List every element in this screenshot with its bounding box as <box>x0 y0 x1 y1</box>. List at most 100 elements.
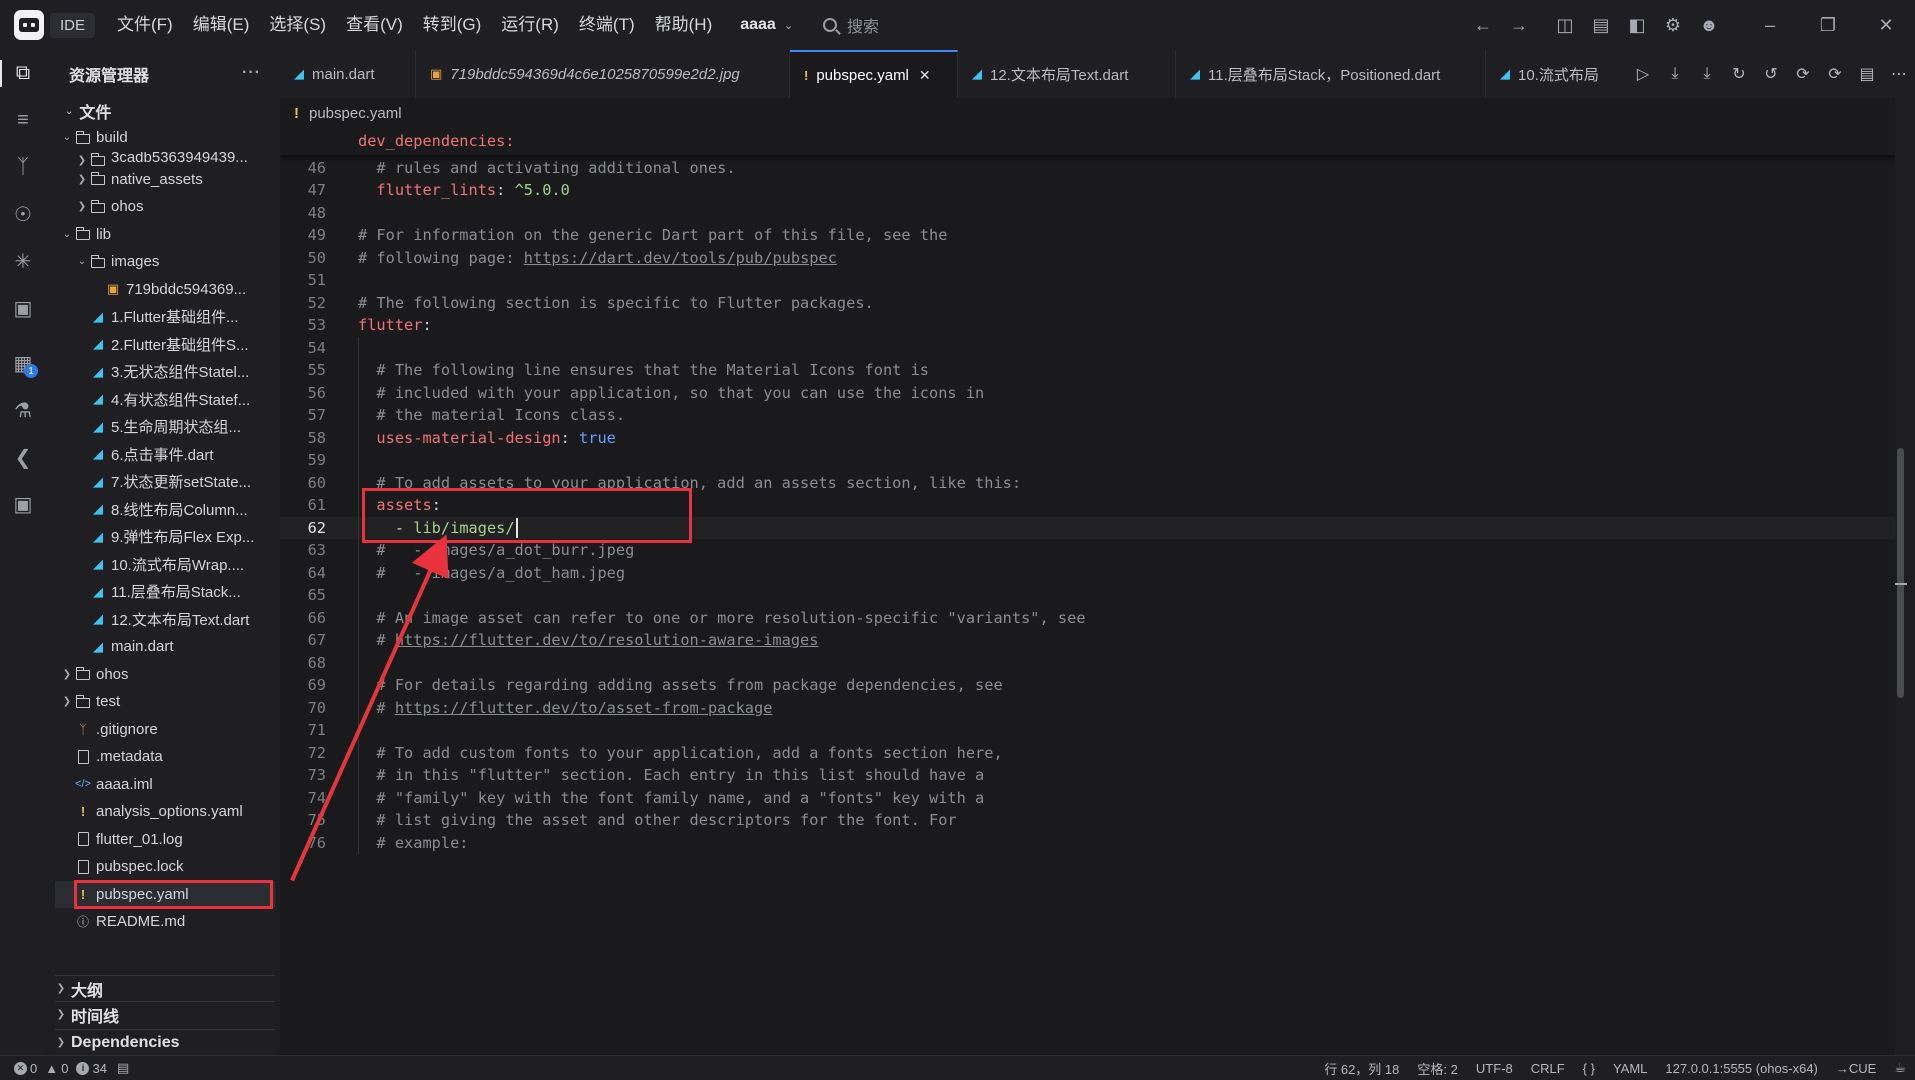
restart-icon[interactable]: ⟳ <box>1819 50 1851 98</box>
code-line[interactable]: 66 # An image asset can refer to one or … <box>280 607 1895 630</box>
tree-file[interactable]: ◢ 3.无状态组件Statel... <box>55 358 275 386</box>
run-icon[interactable]: ▷ <box>1627 50 1659 98</box>
code-line[interactable]: 50 # following page: https://dart.dev/too… <box>280 247 1895 270</box>
code-line[interactable]: 74 # "family" key with the font family n… <box>280 787 1895 810</box>
cue-indicator[interactable]: →CUE <box>1827 1061 1885 1076</box>
problems-indicator[interactable]: ✕ 0 ▲ 0 i 34 ▤ <box>0 1060 129 1076</box>
menu-terminal[interactable]: 终端(T) <box>569 0 645 50</box>
breadcrumb-file[interactable]: pubspec.yaml <box>309 105 402 122</box>
restore-button[interactable]: ❐ <box>1799 0 1857 50</box>
braces-icon[interactable]: { } <box>1574 1061 1604 1076</box>
sticky-scroll-line[interactable]: dev_dependencies: <box>280 128 1895 155</box>
tree-file[interactable]: ◢ 5.生命周期状态组... <box>55 413 275 441</box>
code-line[interactable]: 54 <box>280 337 1895 360</box>
sync-alt-icon[interactable]: ↺ <box>1755 50 1787 98</box>
scrollbar-thumb[interactable] <box>1897 448 1904 698</box>
tree-folder[interactable]: ❯ 3cadb5363949439... <box>55 152 275 166</box>
tree-file[interactable]: pubspec.lock <box>55 853 275 881</box>
tab-wrap-layout[interactable]: ◢ 10.流式布局 <box>1486 50 1626 98</box>
indentation[interactable]: 空格: 2 <box>1408 1059 1466 1078</box>
tree-file[interactable]: ◢ 7.状态更新setState... <box>55 468 275 496</box>
tree-folder[interactable]: ❯ ohos <box>55 661 275 689</box>
flutter-icon[interactable]: ❮ <box>0 434 46 481</box>
bell-icon[interactable]: ☕ <box>1885 1060 1915 1076</box>
code-line[interactable]: 75 # list giving the asset and other des… <box>280 809 1895 832</box>
tree-file[interactable]: .metadata <box>55 743 275 771</box>
tree-file[interactable]: ◢ 2.Flutter基础组件S... <box>55 331 275 359</box>
code-line[interactable]: 64 # - images/a_dot_ham.jpeg <box>280 562 1895 585</box>
menu-go[interactable]: 转到(G) <box>413 0 492 50</box>
tree-file[interactable]: ⓘ README.md <box>55 908 275 936</box>
flask-icon[interactable]: ⚗ <box>0 387 46 434</box>
tab-main-dart[interactable]: ◢ main.dart <box>280 50 416 98</box>
section-outline[interactable]: ❯ 大纲 <box>55 975 275 1001</box>
code-editor[interactable]: dev_dependencies: 45 # package. See that… <box>280 128 1895 1055</box>
toggle-panel-icon[interactable]: ▤ <box>1583 0 1619 50</box>
tab-text-layout[interactable]: ◢ 12.文本布局Text.dart <box>958 50 1176 98</box>
extensions-icon[interactable]: ▦ 1 <box>0 340 46 387</box>
menu-file[interactable]: 文件(F) <box>107 0 183 50</box>
section-files-header[interactable]: ⌄ 文件 <box>55 98 275 124</box>
section-timeline[interactable]: ❯ 时间线 <box>55 1001 275 1027</box>
ports-icon[interactable]: ▤ <box>117 1060 129 1076</box>
tree-folder[interactable]: ❯ test <box>55 688 275 716</box>
tree-folder[interactable]: ⌄ lib <box>55 221 275 249</box>
code-line[interactable]: 58 uses-material-design: true <box>280 427 1895 450</box>
split-editor-icon[interactable]: ▤ <box>1851 50 1883 98</box>
sync-icon[interactable]: ↻ <box>1723 50 1755 98</box>
close-window-button[interactable]: ✕ <box>1857 0 1915 50</box>
tree-folder[interactable]: ⌄ build <box>55 124 275 152</box>
tree-file[interactable]: ◢ 4.有状态组件Statef... <box>55 386 275 414</box>
tree-file[interactable]: ◢ 1.Flutter基础组件... <box>55 303 275 331</box>
device-selector[interactable]: 127.0.0.1:5555 (ohos-x64) <box>1656 1061 1827 1076</box>
tree-file[interactable]: ◢ 9.弹性布局Flex Exp... <box>55 523 275 551</box>
more-actions-icon[interactable]: ··· <box>242 64 261 82</box>
code-line[interactable]: 51 <box>280 269 1895 292</box>
tree-file[interactable]: flutter_01.log <box>55 826 275 854</box>
tree-file[interactable]: ▣ 719bddc594369... <box>55 276 275 304</box>
gear-icon[interactable]: ⚙ <box>1655 0 1691 50</box>
tree-file[interactable]: ◢ main.dart <box>55 633 275 661</box>
debug-icon[interactable]: ✳ <box>0 238 46 285</box>
forward-arrow-icon[interactable]: → <box>1501 0 1537 50</box>
search-icon[interactable]: ≡ <box>0 97 46 144</box>
more-actions-icon[interactable]: ⋯ <box>1883 50 1915 98</box>
menu-run[interactable]: 运行(R) <box>491 0 569 50</box>
tree-file[interactable]: ◢ 8.线性布局Column... <box>55 496 275 524</box>
back-arrow-icon[interactable]: ← <box>1465 0 1501 50</box>
close-icon[interactable]: ✕ <box>919 67 931 84</box>
device-icon[interactable]: ▣ <box>0 285 46 332</box>
code-line[interactable]: 70 # https://flutter.dev/to/asset-from-p… <box>280 697 1895 720</box>
menu-selection[interactable]: 选择(S) <box>259 0 336 50</box>
code-line[interactable]: 71 <box>280 719 1895 742</box>
code-line[interactable]: 67 # https://flutter.dev/to/resolution-a… <box>280 629 1895 652</box>
tree-folder[interactable]: ❯ native_assets <box>55 166 275 194</box>
code-line[interactable]: 69 # For details regarding adding assets… <box>280 674 1895 697</box>
encoding[interactable]: UTF-8 <box>1467 1061 1522 1076</box>
download-all-icon[interactable]: ⤓ <box>1691 50 1723 98</box>
explorer-icon[interactable]: ⧉ <box>0 50 46 97</box>
code-line[interactable]: 73 # in this "flutter" section. Each ent… <box>280 764 1895 787</box>
tab-stack-layout[interactable]: ◢ 11.层叠布局Stack，Positioned.dart <box>1176 50 1486 98</box>
code-line[interactable]: 52 # The following section is specific to… <box>280 292 1895 315</box>
account-icon[interactable]: ☻ <box>1691 0 1727 50</box>
cursor-position[interactable]: 行 62，列 18 <box>1315 1059 1408 1078</box>
tab-image-jpg[interactable]: ▣ 719bddc594369d4c6e1025870599e2d2.jpg <box>416 50 790 98</box>
eye-icon[interactable]: ☉ <box>0 191 46 238</box>
code-line[interactable]: 56 # included with your application, so … <box>280 382 1895 405</box>
section-dependencies[interactable]: ❯ Dependencies <box>55 1029 275 1055</box>
tree-file[interactable]: </> aaaa.iml <box>55 771 275 799</box>
tab-pubspec-yaml[interactable]: ! pubspec.yaml ✕ <box>790 50 958 98</box>
tree-file[interactable]: ◢ 6.点击事件.dart <box>55 441 275 469</box>
code-line[interactable]: 68 <box>280 652 1895 675</box>
code-line[interactable]: 59 <box>280 449 1895 472</box>
code-line[interactable]: 53 flutter: <box>280 314 1895 337</box>
menu-view[interactable]: 查看(V) <box>336 0 413 50</box>
menu-edit[interactable]: 编辑(E) <box>183 0 260 50</box>
tree-file[interactable]: ◢ 10.流式布局Wrap.... <box>55 551 275 579</box>
code-line[interactable]: 65 <box>280 584 1895 607</box>
search-input[interactable]: 搜索 <box>823 9 1243 41</box>
tree-folder[interactable]: ❯ ohos <box>55 193 275 221</box>
menu-help[interactable]: 帮助(H) <box>645 0 723 50</box>
scan-icon[interactable]: ▣ <box>0 481 46 528</box>
